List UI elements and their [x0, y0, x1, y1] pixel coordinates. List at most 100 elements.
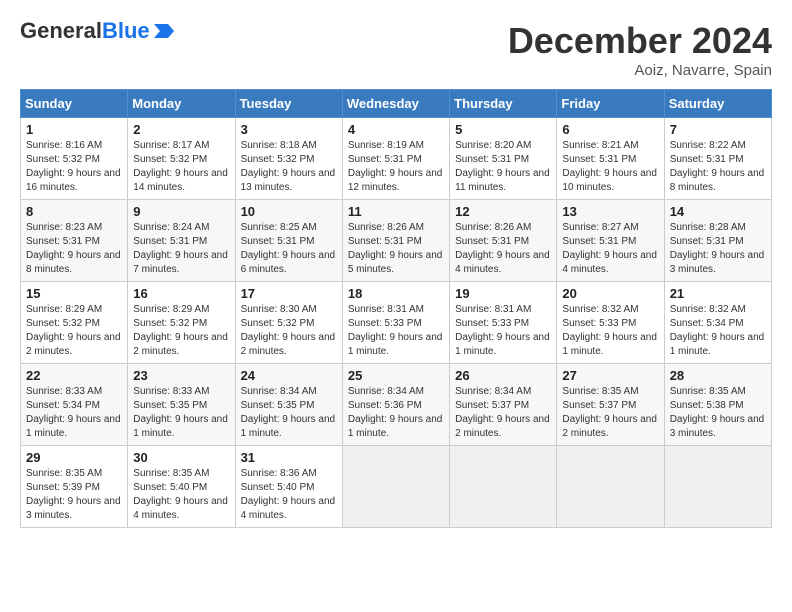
header-monday: Monday: [128, 90, 235, 118]
day-info: Sunrise: 8:19 AMSunset: 5:31 PMDaylight:…: [348, 139, 444, 195]
day-info: Sunrise: 8:16 AMSunset: 5:32 PMDaylight:…: [26, 139, 122, 195]
calendar-table: SundayMondayTuesdayWednesdayThursdayFrid…: [20, 89, 772, 528]
calendar-week-2: 8Sunrise: 8:23 AMSunset: 5:31 PMDaylight…: [21, 200, 772, 282]
month-title: December 2024: [508, 20, 772, 62]
day-info: Sunrise: 8:34 AMSunset: 5:35 PMDaylight:…: [241, 385, 337, 441]
calendar-cell: 30 Sunrise: 8:35 AMSunset: 5:40 PMDayligh…: [128, 446, 235, 528]
calendar-cell: 29 Sunrise: 8:35 AMSunset: 5:39 PMDayligh…: [21, 446, 128, 528]
calendar-cell: 28 Sunrise: 8:35 AMSunset: 5:38 PMDayligh…: [664, 364, 771, 446]
header-saturday: Saturday: [664, 90, 771, 118]
day-number: 21: [670, 286, 766, 301]
header-wednesday: Wednesday: [342, 90, 449, 118]
day-info: Sunrise: 8:18 AMSunset: 5:32 PMDaylight:…: [241, 139, 337, 195]
day-number: 6: [562, 122, 658, 137]
day-number: 24: [241, 368, 337, 383]
day-number: 13: [562, 204, 658, 219]
day-number: 12: [455, 204, 551, 219]
logo: GeneralBlue: [20, 20, 174, 42]
day-info: Sunrise: 8:35 AMSunset: 5:38 PMDaylight:…: [670, 385, 766, 441]
logo-arrow-icon: [154, 24, 174, 38]
calendar-cell: 8Sunrise: 8:23 AMSunset: 5:31 PMDaylight…: [21, 200, 128, 282]
calendar-cell: 26 Sunrise: 8:34 AMSunset: 5:37 PMDayligh…: [450, 364, 557, 446]
day-info: Sunrise: 8:30 AMSunset: 5:32 PMDaylight:…: [241, 303, 337, 359]
calendar-week-4: 22 Sunrise: 8:33 AMSunset: 5:34 PMDayligh…: [21, 364, 772, 446]
day-number: 17: [241, 286, 337, 301]
title-section: December 2024 Aoiz, Navarre, Spain: [508, 20, 772, 79]
calendar-cell: 15Sunrise: 8:29 AMSunset: 5:32 PMDayligh…: [21, 282, 128, 364]
calendar-cell: 21 Sunrise: 8:32 AMSunset: 5:34 PMDayligh…: [664, 282, 771, 364]
calendar-cell: [450, 446, 557, 528]
calendar-cell: 27Sunrise: 8:35 AMSunset: 5:37 PMDayligh…: [557, 364, 664, 446]
day-info: Sunrise: 8:31 AMSunset: 5:33 PMDaylight:…: [348, 303, 444, 359]
header-thursday: Thursday: [450, 90, 557, 118]
calendar-cell: 5 Sunrise: 8:20 AMSunset: 5:31 PMDaylight…: [450, 118, 557, 200]
day-number: 1: [26, 122, 122, 137]
day-info: Sunrise: 8:35 AMSunset: 5:37 PMDaylight:…: [562, 385, 658, 441]
day-info: Sunrise: 8:32 AMSunset: 5:33 PMDaylight:…: [562, 303, 658, 359]
calendar-cell: 20 Sunrise: 8:32 AMSunset: 5:33 PMDayligh…: [557, 282, 664, 364]
day-info: Sunrise: 8:17 AMSunset: 5:32 PMDaylight:…: [133, 139, 229, 195]
calendar-cell: 23Sunrise: 8:33 AMSunset: 5:35 PMDayligh…: [128, 364, 235, 446]
header-sunday: Sunday: [21, 90, 128, 118]
day-number: 16: [133, 286, 229, 301]
day-number: 20: [562, 286, 658, 301]
calendar-cell: 24 Sunrise: 8:34 AMSunset: 5:35 PMDayligh…: [235, 364, 342, 446]
day-number: 30: [133, 450, 229, 465]
calendar-cell: 11 Sunrise: 8:26 AMSunset: 5:31 PMDayligh…: [342, 200, 449, 282]
location: Aoiz, Navarre, Spain: [508, 62, 772, 79]
calendar-week-1: 1 Sunrise: 8:16 AMSunset: 5:32 PMDaylight…: [21, 118, 772, 200]
day-info: Sunrise: 8:25 AMSunset: 5:31 PMDaylight:…: [241, 221, 337, 277]
day-number: 7: [670, 122, 766, 137]
calendar-cell: 1 Sunrise: 8:16 AMSunset: 5:32 PMDaylight…: [21, 118, 128, 200]
logo-general: General: [20, 18, 102, 43]
day-number: 11: [348, 204, 444, 219]
calendar-cell: 2 Sunrise: 8:17 AMSunset: 5:32 PMDaylight…: [128, 118, 235, 200]
calendar-cell: 16Sunrise: 8:29 AMSunset: 5:32 PMDayligh…: [128, 282, 235, 364]
day-number: 4: [348, 122, 444, 137]
calendar-cell: 18 Sunrise: 8:31 AMSunset: 5:33 PMDayligh…: [342, 282, 449, 364]
day-info: Sunrise: 8:24 AMSunset: 5:31 PMDaylight:…: [133, 221, 229, 277]
calendar-cell: 14 Sunrise: 8:28 AMSunset: 5:31 PMDayligh…: [664, 200, 771, 282]
day-number: 14: [670, 204, 766, 219]
day-number: 18: [348, 286, 444, 301]
day-number: 28: [670, 368, 766, 383]
day-info: Sunrise: 8:32 AMSunset: 5:34 PMDaylight:…: [670, 303, 766, 359]
day-info: Sunrise: 8:20 AMSunset: 5:31 PMDaylight:…: [455, 139, 551, 195]
day-info: Sunrise: 8:26 AMSunset: 5:31 PMDaylight:…: [455, 221, 551, 277]
day-info: Sunrise: 8:33 AMSunset: 5:34 PMDaylight:…: [26, 385, 122, 441]
day-number: 19: [455, 286, 551, 301]
day-info: Sunrise: 8:27 AMSunset: 5:31 PMDaylight:…: [562, 221, 658, 277]
calendar-week-5: 29 Sunrise: 8:35 AMSunset: 5:39 PMDayligh…: [21, 446, 772, 528]
logo-text: GeneralBlue: [20, 20, 150, 42]
calendar-header-row: SundayMondayTuesdayWednesdayThursdayFrid…: [21, 90, 772, 118]
calendar-cell: 25Sunrise: 8:34 AMSunset: 5:36 PMDayligh…: [342, 364, 449, 446]
day-info: Sunrise: 8:35 AMSunset: 5:39 PMDaylight:…: [26, 467, 122, 523]
day-number: 29: [26, 450, 122, 465]
day-number: 3: [241, 122, 337, 137]
day-info: Sunrise: 8:26 AMSunset: 5:31 PMDaylight:…: [348, 221, 444, 277]
day-number: 23: [133, 368, 229, 383]
calendar-cell: 7 Sunrise: 8:22 AMSunset: 5:31 PMDaylight…: [664, 118, 771, 200]
day-info: Sunrise: 8:29 AMSunset: 5:32 PMDaylight:…: [26, 303, 122, 359]
calendar-cell: 13 Sunrise: 8:27 AMSunset: 5:31 PMDayligh…: [557, 200, 664, 282]
day-info: Sunrise: 8:22 AMSunset: 5:31 PMDaylight:…: [670, 139, 766, 195]
calendar-cell: 12 Sunrise: 8:26 AMSunset: 5:31 PMDayligh…: [450, 200, 557, 282]
calendar-cell: 6Sunrise: 8:21 AMSunset: 5:31 PMDaylight…: [557, 118, 664, 200]
header-friday: Friday: [557, 90, 664, 118]
day-number: 9: [133, 204, 229, 219]
day-number: 5: [455, 122, 551, 137]
day-info: Sunrise: 8:34 AMSunset: 5:36 PMDaylight:…: [348, 385, 444, 441]
calendar-cell: 3 Sunrise: 8:18 AMSunset: 5:32 PMDaylight…: [235, 118, 342, 200]
day-number: 31: [241, 450, 337, 465]
calendar-cell: 19 Sunrise: 8:31 AMSunset: 5:33 PMDayligh…: [450, 282, 557, 364]
day-info: Sunrise: 8:35 AMSunset: 5:40 PMDaylight:…: [133, 467, 229, 523]
day-info: Sunrise: 8:28 AMSunset: 5:31 PMDaylight:…: [670, 221, 766, 277]
calendar-cell: [664, 446, 771, 528]
day-number: 26: [455, 368, 551, 383]
calendar-cell: 4 Sunrise: 8:19 AMSunset: 5:31 PMDaylight…: [342, 118, 449, 200]
day-info: Sunrise: 8:31 AMSunset: 5:33 PMDaylight:…: [455, 303, 551, 359]
day-number: 2: [133, 122, 229, 137]
day-number: 8: [26, 204, 122, 219]
day-number: 22: [26, 368, 122, 383]
day-info: Sunrise: 8:34 AMSunset: 5:37 PMDaylight:…: [455, 385, 551, 441]
